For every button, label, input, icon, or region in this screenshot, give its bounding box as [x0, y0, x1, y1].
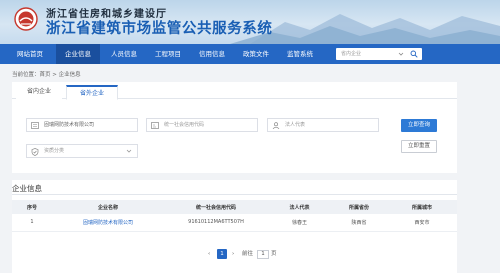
tab-out-of-province[interactable]: 省外企业 [66, 85, 118, 100]
page-suffix: 页 [271, 251, 277, 257]
search-icon[interactable] [410, 50, 418, 58]
cell-credit-code: 91610112MA6TT507H [164, 214, 268, 232]
goto-label: 前往 [242, 251, 254, 257]
query-button[interactable]: 立即查询 [401, 119, 437, 132]
tab-in-province[interactable]: 省内企业 [16, 85, 62, 100]
goto-page-input[interactable]: 1 [257, 249, 269, 259]
col-header-company: 企业名称 [52, 200, 164, 214]
col-header-city: 所属城市 [387, 200, 457, 214]
prev-page-button[interactable]: ‹ [208, 248, 210, 260]
page-number-current[interactable]: 1 [217, 249, 227, 259]
col-header-index: 序号 [12, 200, 52, 214]
company-name-value: 固瑞网防技术有限公司 [44, 122, 95, 128]
chevron-down-icon [126, 149, 132, 153]
qualification-select[interactable]: 资质分类 [26, 144, 138, 158]
results-section: 企业信息 序号 企业名称 统一社会信用代码 法人代表 所属省份 所属城市 1 固… [12, 180, 457, 273]
nav-item-credit[interactable]: 信用信息 [192, 44, 232, 64]
nav-item-company-info[interactable]: 企业信息 [56, 44, 100, 64]
nav-item-home[interactable]: 网站首页 [10, 44, 50, 64]
header-banner: 浙江省住房和城乡建设厅 浙江省建筑市场监管公共服务系统 [0, 0, 500, 44]
id-card-icon [151, 122, 159, 129]
col-header-credit-code: 统一社会信用代码 [164, 200, 268, 214]
nav-item-projects[interactable]: 工程项目 [148, 44, 188, 64]
legal-rep-field[interactable]: 法人代表 [267, 118, 379, 132]
nav-search-box[interactable]: 省内企业 [336, 48, 422, 60]
col-header-province: 所属省份 [331, 200, 387, 214]
nav-item-supervision[interactable]: 监管系统 [280, 44, 320, 64]
cell-province: 陕西省 [331, 214, 387, 232]
breadcrumb-separator: > [52, 72, 57, 78]
legal-rep-placeholder: 法人代表 [285, 122, 306, 128]
chevron-down-icon[interactable] [398, 51, 404, 57]
credit-code-placeholder: 统一社会信用代码 [164, 122, 205, 128]
col-header-legal-rep: 法人代表 [268, 200, 331, 214]
credit-code-field[interactable]: 统一社会信用代码 [146, 118, 258, 132]
cell-city: 西安市 [387, 214, 457, 232]
breadcrumb-home[interactable]: 首页 [40, 72, 51, 78]
cell-company: 固瑞网防技术有限公司 [52, 214, 164, 232]
pagination: ‹ 1 › 前往 1 页 [12, 248, 457, 260]
results-title: 企业信息 [12, 184, 42, 193]
cell-legal-rep: 徐春王 [268, 214, 331, 232]
building-icon [31, 122, 39, 129]
company-link[interactable]: 固瑞网防技术有限公司 [83, 220, 133, 226]
table-header-row: 序号 企业名称 统一社会信用代码 法人代表 所属省份 所属城市 [12, 200, 457, 214]
results-divider [12, 194, 457, 195]
results-table: 序号 企业名称 统一社会信用代码 法人代表 所属省份 所属城市 1 固瑞网防技术… [12, 200, 457, 232]
nav-item-policy[interactable]: 政策文件 [236, 44, 276, 64]
next-page-button[interactable]: › [232, 248, 234, 260]
reset-button[interactable]: 立即重置 [401, 140, 437, 153]
breadcrumb-current: 企业信息 [58, 72, 81, 78]
emblem-icon [14, 7, 38, 31]
cell-index: 1 [12, 214, 52, 232]
nav-search-select[interactable]: 省内企业 [341, 48, 361, 60]
region-tabs: 省内企业 省外企业 [12, 82, 457, 100]
breadcrumb-prefix: 当前位置： [12, 72, 40, 78]
company-name-field[interactable]: 固瑞网防技术有限公司 [26, 118, 138, 132]
nav-item-personnel[interactable]: 人员信息 [104, 44, 144, 64]
user-icon [272, 122, 280, 129]
qualification-placeholder: 资质分类 [44, 148, 65, 154]
system-title: 浙江省建筑市场监管公共服务系统 [46, 20, 273, 37]
search-panel: 省内企业 省外企业 固瑞网防技术有限公司 统一社会信用代码 法人代表 资质分类 … [12, 82, 457, 173]
main-nav: 网站首页 企业信息 人员信息 工程项目 信用信息 政策文件 监管系统 省内企业 [0, 44, 500, 64]
shield-check-icon [31, 148, 39, 156]
breadcrumb: 当前位置：首页 > 企业信息 [12, 70, 81, 78]
table-row: 1 固瑞网防技术有限公司 91610112MA6TT507H 徐春王 陕西省 西… [12, 214, 457, 232]
